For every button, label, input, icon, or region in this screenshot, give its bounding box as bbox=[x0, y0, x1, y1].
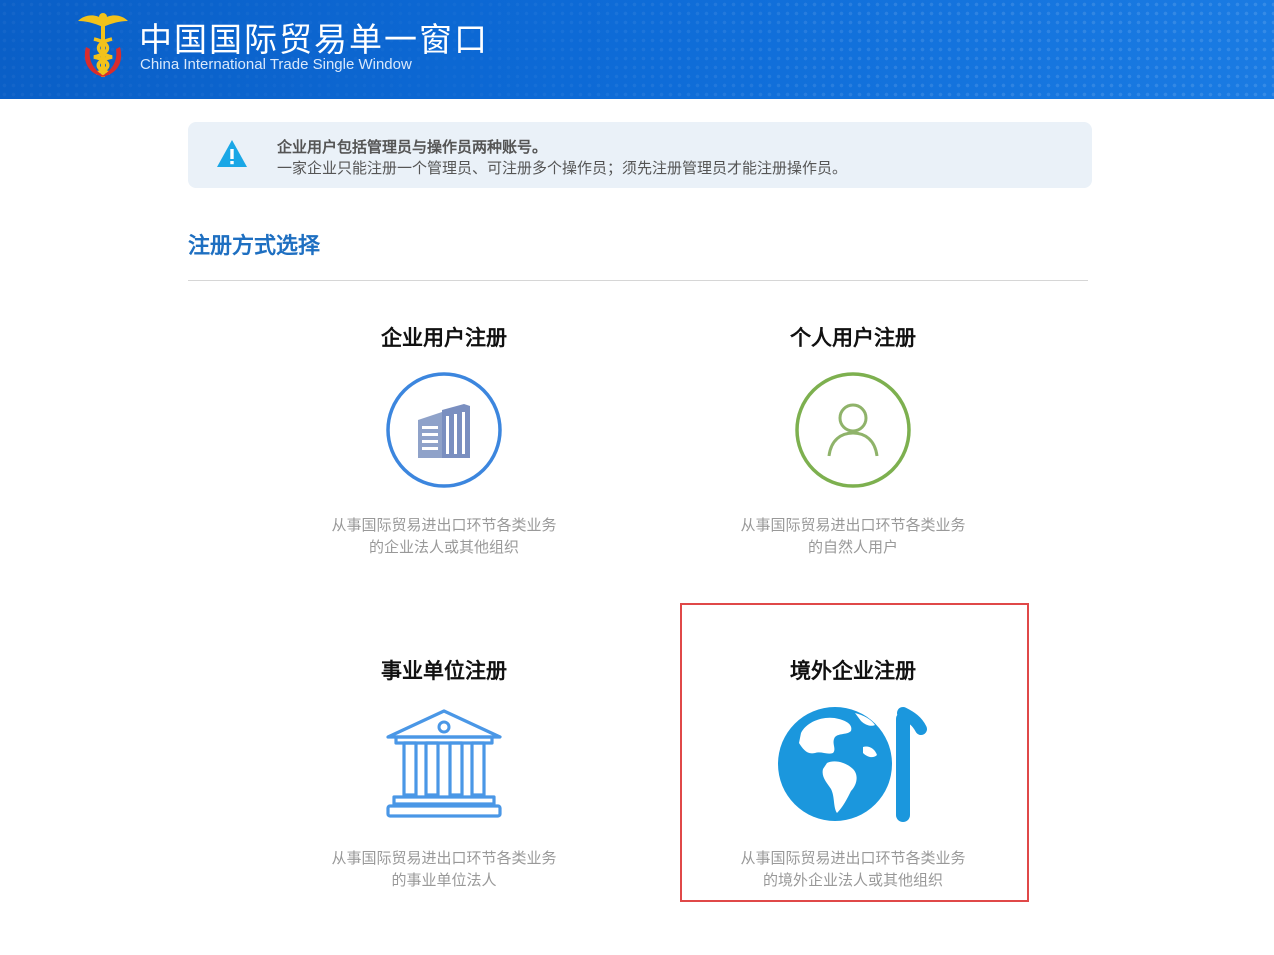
card-desc-line: 从事国际贸易进出口环节各类业务 bbox=[331, 516, 557, 534]
card-description: 从事国际贸易进出口环节各类业务 的事业单位法人 bbox=[274, 847, 614, 891]
notice-line-1: 企业用户包括管理员与操作员两种账号。 bbox=[277, 138, 548, 156]
site-header: 中国国际贸易单一窗口 China International Trade Sin… bbox=[0, 0, 1274, 99]
card-desc-line: 从事国际贸易进出口环节各类业务 bbox=[740, 516, 966, 534]
card-desc-line: 从事国际贸易进出口环节各类业务 bbox=[331, 849, 557, 867]
card-desc-line: 的企业法人或其他组织 bbox=[368, 538, 519, 556]
card-title[interactable]: 企业用户注册 bbox=[274, 322, 614, 352]
warning-triangle-icon bbox=[217, 140, 247, 167]
section-title: 注册方式选择 bbox=[188, 234, 321, 259]
building-icon[interactable] bbox=[384, 370, 504, 490]
person-icon[interactable] bbox=[793, 370, 913, 490]
institution-register-card[interactable]: 事业单位注册 从事国际贸易进出口环节各类业务 的事业单位法人 bbox=[274, 655, 614, 955]
notice-box: 企业用户包括管理员与操作员两种账号。 一家企业只能注册一个管理员、可注册多个操作… bbox=[188, 122, 1092, 188]
site-subtitle: China International Trade Single Window bbox=[140, 56, 412, 73]
card-desc-line: 的事业单位法人 bbox=[391, 871, 497, 889]
notice-line-2: 一家企业只能注册一个管理员、可注册多个操作员；须先注册管理员才能注册操作员。 bbox=[277, 159, 848, 177]
card-title[interactable]: 个人用户注册 bbox=[683, 322, 1023, 352]
institution-icon[interactable] bbox=[384, 703, 504, 823]
card-desc-line: 的自然人用户 bbox=[807, 538, 898, 556]
card-description: 从事国际贸易进出口环节各类业务 的企业法人或其他组织 bbox=[274, 514, 614, 558]
selection-highlight-box bbox=[680, 603, 1029, 902]
personal-register-card[interactable]: 个人用户注册 从事国际贸易进出口环节各类业务 的自然人用户 bbox=[683, 322, 1023, 622]
enterprise-register-card[interactable]: 企业用户注册 从事国际贸易进出口环节各类业务 的企业法人或其他组织 bbox=[274, 322, 614, 622]
card-description: 从事国际贸易进出口环节各类业务 的自然人用户 bbox=[683, 514, 1023, 558]
divider bbox=[188, 280, 1088, 281]
customs-emblem-icon[interactable] bbox=[76, 9, 130, 81]
card-title[interactable]: 事业单位注册 bbox=[274, 655, 614, 685]
site-title[interactable]: 中国国际贸易单一窗口 bbox=[139, 13, 489, 61]
